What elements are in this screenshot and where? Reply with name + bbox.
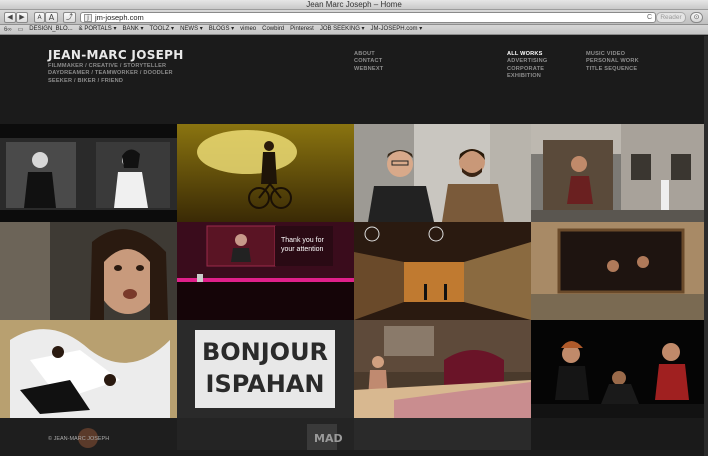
window-titlebar: Jean Marc Joseph – Home	[0, 0, 708, 10]
work-thumbnail-bonjour-ispahan[interactable]: BONJOUR ISPAHAN	[177, 320, 354, 418]
nav-info: ABOUT CONTACT WEBNEXT	[354, 51, 383, 73]
work-thumbnail-cyclist[interactable]	[177, 124, 354, 222]
work-thumbnail-two-men[interactable]	[354, 124, 531, 222]
bookmark-item[interactable]: TOOLZ ▾	[150, 25, 175, 34]
nav-link-exhibition[interactable]: EXHIBITION	[507, 73, 547, 80]
font-larger-button[interactable]: A	[45, 12, 58, 23]
bookmark-item[interactable]: NEWS ▾	[180, 25, 203, 34]
forward-button[interactable]: ▶	[16, 12, 28, 23]
nav-link-about[interactable]: ABOUT	[354, 51, 383, 58]
bookmark-item[interactable]: JOB SEEKING ▾	[320, 25, 365, 34]
nav-link-title-sequence[interactable]: TITLE SEQUENCE	[586, 66, 639, 73]
site-favicon-icon: j	[84, 14, 92, 22]
bookmark-item[interactable]: DESIGN_BLO...	[29, 25, 72, 34]
work-thumbnail-street-performer[interactable]	[531, 124, 708, 222]
page-scrollbar[interactable]	[704, 36, 708, 456]
title-bonjour: BONJOUR	[202, 338, 328, 366]
slide-text-line-1: Thank you for	[281, 237, 324, 244]
work-thumbnail-black-white-portraits[interactable]	[0, 124, 177, 222]
url-text[interactable]: jm-joseph.com	[95, 13, 144, 23]
reading-list-icon[interactable]: 6∞	[4, 27, 12, 33]
bookmark-item[interactable]: Cowbird	[262, 25, 284, 34]
nav-link-advertising[interactable]: ADVERTISING	[507, 58, 547, 65]
nav-link-corporate[interactable]: CORPORATE	[507, 66, 547, 73]
bookmark-item[interactable]: JM-JOSEPH.com ▾	[371, 25, 423, 34]
share-button[interactable]: ⤴	[63, 12, 76, 23]
nav-work-categories: ALL WORKS ADVERTISING CORPORATE EXHIBITI…	[507, 51, 547, 81]
site-logo[interactable]: JEAN-MARC JOSEPH	[48, 48, 184, 62]
top-sites-icon[interactable]: ▭	[18, 26, 24, 33]
reader-button[interactable]: Reader	[656, 12, 686, 23]
nav-link-music-video[interactable]: MUSIC VIDEO	[586, 51, 639, 58]
browser-toolbar: ◀ ▶ A A ⤴ j jm-joseph.com C Reader ⊙	[0, 10, 708, 25]
work-thumbnail-conference-talk[interactable]: Thank you for your attention	[177, 222, 354, 320]
nav-link-webnext[interactable]: WEBNEXT	[354, 66, 383, 73]
work-thumbnail-boat-window[interactable]	[531, 222, 708, 320]
work-thumbnail-living-room[interactable]	[354, 320, 531, 418]
bookmark-item[interactable]: Pinterest	[290, 25, 314, 34]
site-tagline: FILMMAKER / CREATIVE / STORYTELLER DAYDR…	[48, 63, 188, 85]
work-thumbnail-row4-4[interactable]	[531, 418, 708, 450]
work-thumbnail-stage-performers[interactable]	[531, 320, 708, 418]
slide-text-line-2: your attention	[281, 246, 324, 253]
title-ispahan: ISPAHAN	[206, 370, 325, 398]
nav-link-contact[interactable]: CONTACT	[354, 58, 383, 65]
web-page: JEAN-MARC JOSEPH FILMMAKER / CREATIVE / …	[0, 36, 708, 456]
work-thumbnail-ruins-scene[interactable]	[354, 222, 531, 320]
font-smaller-button[interactable]: A	[34, 12, 45, 23]
work-thumbnail-dancers[interactable]	[0, 320, 177, 418]
bookmarks-bar: 6∞ ▭ DESIGN_BLO... & PORTALS ▾ BANK ▾ TO…	[0, 25, 708, 35]
window-title: Jean Marc Joseph – Home	[306, 0, 402, 9]
bookmark-item[interactable]: vimeo	[240, 25, 256, 34]
back-button[interactable]: ◀	[4, 12, 16, 23]
site-header: JEAN-MARC JOSEPH FILMMAKER / CREATIVE / …	[0, 36, 708, 124]
bookmark-item[interactable]: BLOGS ▾	[209, 25, 234, 34]
footer-mad-logo: MAD	[314, 432, 343, 445]
downloads-icon[interactable]: ⊙	[690, 12, 703, 23]
work-thumbnail-row4-1[interactable]	[0, 418, 177, 450]
nav-link-personal-work[interactable]: PERSONAL WORK	[586, 58, 639, 65]
bookmark-item[interactable]: & PORTALS ▾	[79, 25, 117, 34]
work-thumbnail-woman-portrait[interactable]	[0, 222, 177, 320]
work-thumbnail-row4-3[interactable]	[354, 418, 531, 450]
bookmark-item[interactable]: BANK ▾	[122, 25, 143, 34]
nav-link-all-works[interactable]: ALL WORKS	[507, 51, 547, 58]
tagline-line: SEEKER / BIKER / FRIEND	[48, 77, 124, 84]
reload-icon[interactable]: C	[647, 13, 652, 23]
tagline-line: DAYDREAMER / TEAMWORKER / DOODLER	[48, 70, 173, 77]
tagline-line: FILMMAKER / CREATIVE / STORYTELLER	[48, 63, 167, 69]
nav-more-categories: MUSIC VIDEO PERSONAL WORK TITLE SEQUENCE	[586, 51, 639, 73]
works-grid: Thank you for your attention BONJOUR ISP…	[0, 124, 708, 450]
address-bar[interactable]: j jm-joseph.com C	[80, 12, 656, 23]
footer-copyright: © JEAN-MARC JOSEPH	[48, 436, 110, 442]
